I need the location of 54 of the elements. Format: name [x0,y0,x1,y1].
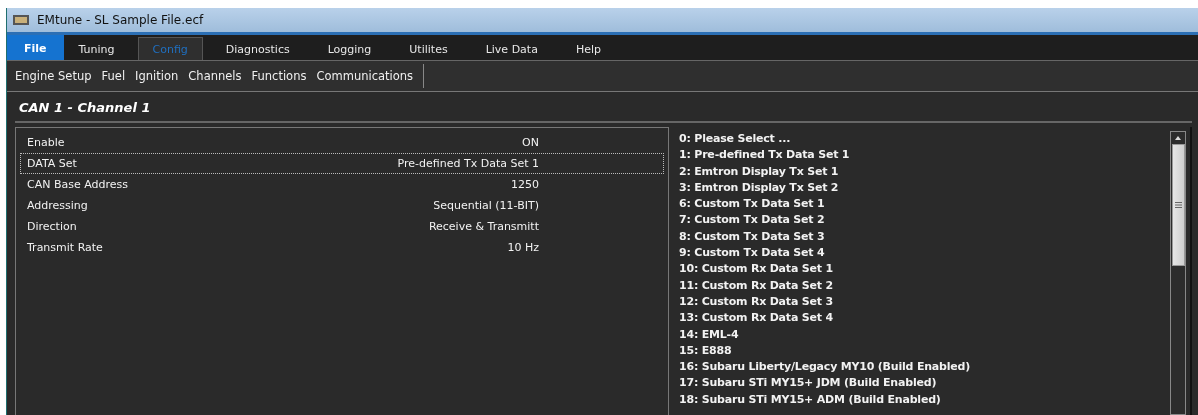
submenu-item[interactable]: Fuel [101,69,126,83]
submenu-item[interactable]: Ignition [135,69,179,83]
property-row[interactable]: CAN Base Address 1250 [20,174,664,195]
option-item[interactable]: 14: EML-4 [679,326,1170,343]
scroll-thumb[interactable] [1171,144,1185,266]
option-item[interactable]: 10: Custom Rx Data Set 1 [679,261,1170,278]
grip-icon [1174,202,1182,208]
property-value: 1250 [511,178,539,191]
ribbon-tab[interactable]: Help [560,37,616,60]
property-name: Enable [27,136,65,149]
property-row[interactable]: DATA Set Pre-defined Tx Data Set 1 [20,153,664,174]
option-item[interactable]: 17: Subaru STi MY15+ JDM (Build Enabled) [679,375,1170,392]
option-item[interactable]: 16: Subaru Liberty/Legacy MY10 (Build Enabled) [679,359,1170,376]
submenu-item[interactable]: Communications [316,69,414,83]
ribbon-tab[interactable]: Tuning [63,37,130,60]
scrollbar[interactable] [1170,131,1186,415]
property-value: Receive & Transmitt [428,220,539,233]
submenu-item[interactable]: Channels [188,69,242,83]
property-name: DATA Set [27,157,77,170]
submenu-item[interactable]: Engine Setup [15,69,92,83]
option-item[interactable]: 1: Pre-defined Tx Data Set 1 [679,147,1170,164]
property-row[interactable]: Enable ON [20,132,664,153]
option-item[interactable]: 8: Custom Tx Data Set 3 [679,228,1170,246]
ribbon-tab[interactable]: Utilites [394,37,463,60]
property-value: Pre-defined Tx Data Set 1 [397,157,539,170]
window-title: EMtune - SL Sample File.ecf [37,13,204,27]
property-value: ON [522,136,539,149]
option-item[interactable]: 0: Please Select ... [679,131,1170,148]
section-heading: CAN 1 - Channel 1 [18,99,152,117]
option-item[interactable]: 15: E888 [679,342,1170,360]
option-item[interactable]: 18: Subaru STi MY15+ ADM (Build Enabled) [679,391,1170,409]
property-row[interactable]: Direction Receive & Transmitt [20,216,664,237]
app-logo-icon [13,15,29,25]
property-name: Transmit Rate [27,241,103,254]
option-item[interactable]: 2: Emtron Display Tx Set 1 [679,163,1170,180]
option-item[interactable]: 9: Custom Tx Data Set 4 [679,245,1170,262]
option-item[interactable]: 7: Custom Tx Data Set 2 [679,212,1170,229]
ribbon-tab[interactable]: Logging [312,37,387,60]
ribbon-tab[interactable]: Diagnostics [210,37,305,60]
option-item[interactable]: 12: Custom Rx Data Set 3 [679,293,1170,311]
option-item[interactable]: 11: Custom Rx Data Set 2 [679,277,1170,294]
property-value: 10 Hz [507,241,539,254]
option-item[interactable]: 6: Custom Tx Data Set 1 [679,196,1170,213]
property-name: Addressing [27,199,88,212]
option-item[interactable]: 13: Custom Rx Data Set 4 [679,310,1170,327]
option-item[interactable]: 3: Emtron Display Tx Set 2 [679,179,1170,197]
property-name: CAN Base Address [27,178,129,191]
property-row[interactable]: Addressing Sequential (11-BIT) [20,195,664,216]
property-value: Sequential (11-BIT) [433,199,539,212]
property-row[interactable]: Transmit Rate 10 Hz [20,237,664,258]
submenu-item[interactable]: Functions [251,69,307,83]
file-menu-button[interactable]: File [7,35,64,60]
ribbon-tab[interactable]: Live Data [470,37,553,60]
property-name: Direction [27,220,77,233]
